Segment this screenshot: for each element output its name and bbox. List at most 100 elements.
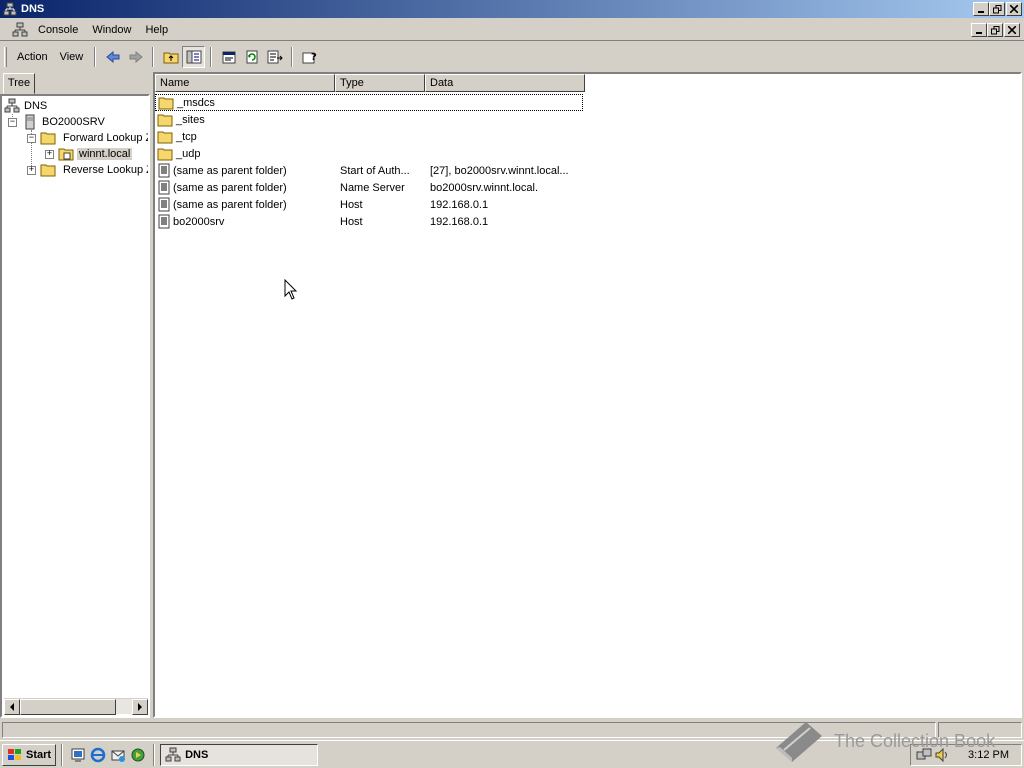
toolbar-grip[interactable] (4, 47, 7, 67)
column-header-name[interactable]: Name (155, 74, 335, 92)
help-button[interactable]: ? (298, 46, 321, 68)
start-button[interactable]: Start (2, 743, 57, 766)
menu-window[interactable]: Window (85, 20, 138, 40)
tree-item-dns[interactable]: DNS (4, 98, 47, 114)
dns-icon (4, 98, 20, 113)
scroll-thumb[interactable] (20, 699, 116, 715)
collapse-toggle[interactable]: − (27, 133, 36, 143)
list-item[interactable]: (same as parent folder) Host 192.168.0.1 (155, 196, 585, 213)
dns-app-icon (3, 2, 17, 16)
close-button[interactable] (1006, 2, 1022, 16)
tree-item-reverse-lookup[interactable]: + Reverse Lookup Z (27, 162, 148, 178)
refresh-button[interactable] (240, 46, 263, 68)
list-item[interactable]: _tcp (155, 128, 585, 145)
collapse-toggle[interactable]: − (8, 117, 17, 127)
item-name: bo2000srv (173, 215, 225, 228)
network-icon[interactable] (916, 747, 932, 763)
status-bar (0, 720, 1024, 740)
type-cell: Host (340, 198, 363, 211)
list-item[interactable]: _msdcs (155, 94, 583, 111)
forward-button[interactable] (124, 46, 147, 68)
title-bar: DNS (0, 0, 1024, 18)
taskbar-button-dns[interactable]: DNS (160, 743, 319, 766)
quicklaunch-desktop[interactable] (68, 744, 88, 766)
mdi-close-button[interactable] (1004, 23, 1020, 37)
list-item[interactable]: (same as parent folder) Start of Auth... [… (155, 162, 585, 179)
list-item[interactable]: bo2000srv Host 192.168.0.1 (155, 213, 585, 230)
item-name: _sites (176, 113, 205, 126)
zone-icon (58, 148, 74, 161)
console-tree[interactable]: DNS − BO2000SRV − Forward Lookup Z + win… (0, 94, 150, 718)
list-item[interactable]: _sites (155, 111, 585, 128)
folder-icon (157, 148, 173, 160)
data-cell: bo2000srv.winnt.local. (430, 181, 539, 194)
folder-icon (157, 114, 173, 126)
details-list[interactable]: Name Type Data _msdcs _sites _tcp _udp (same… (153, 72, 1022, 718)
desktop-icon (71, 748, 85, 762)
column-header-type[interactable]: Type (335, 74, 425, 92)
name-cell: _msdcs (156, 96, 334, 110)
quicklaunch-outlook[interactable] (108, 744, 128, 766)
tree-item-forward-lookup[interactable]: − Forward Lookup Z (27, 130, 148, 146)
mdi-restore-button[interactable] (987, 23, 1003, 37)
menu-help[interactable]: Help (138, 20, 175, 40)
dns-icon (165, 747, 181, 761)
close-icon (1010, 5, 1018, 13)
toolbar-separator (152, 47, 155, 67)
folder-icon (40, 164, 56, 177)
data-cell: 192.168.0.1 (430, 215, 489, 228)
name-cell: _udp (155, 147, 335, 161)
mdi-minimize-button[interactable] (971, 23, 987, 37)
toolbar: Action View ? (0, 44, 1024, 70)
forward-arrow-icon (129, 51, 143, 63)
view-menu[interactable]: View (54, 46, 90, 68)
quicklaunch-media[interactable] (128, 744, 148, 766)
tree-horizontal-scrollbar[interactable] (4, 698, 148, 715)
action-menu[interactable]: Action (11, 46, 54, 68)
taskbar: Start DNS 3:12 PM (0, 740, 1024, 768)
export-list-button[interactable] (263, 46, 286, 68)
show-hide-tree-button[interactable] (182, 46, 206, 68)
folder-icon (40, 132, 56, 145)
windows-logo-icon (8, 748, 21, 760)
item-name: (same as parent folder) (173, 198, 287, 211)
restore-icon (992, 4, 1001, 13)
data-cell: [27], bo2000srv.winnt.local... (430, 164, 569, 177)
scroll-right-button[interactable] (132, 699, 148, 715)
properties-button[interactable] (217, 46, 240, 68)
item-name: (same as parent folder) (173, 181, 287, 194)
volume-icon[interactable] (935, 747, 949, 763)
type-cell: Start of Auth... (340, 164, 410, 177)
menu-console[interactable]: Console (31, 20, 85, 40)
list-item[interactable]: _udp (155, 145, 585, 162)
scroll-left-button[interactable] (4, 699, 20, 715)
name-cell: _tcp (155, 130, 335, 144)
expand-toggle[interactable]: + (45, 149, 54, 159)
taskbar-button-label: DNS (185, 748, 209, 761)
data-cell: 192.168.0.1 (430, 198, 489, 211)
restore-button[interactable] (989, 2, 1005, 16)
name-cell: (same as parent folder) (155, 163, 335, 178)
quicklaunch-ie[interactable] (88, 744, 108, 766)
name-cell: (same as parent folder) (155, 180, 335, 195)
tree-item-server[interactable]: − BO2000SRV (8, 114, 105, 130)
back-button[interactable] (101, 46, 124, 68)
outlook-express-icon (111, 750, 126, 762)
column-header-data[interactable]: Data (425, 74, 585, 92)
tab-tree[interactable]: Tree (3, 73, 35, 94)
tree-tab-row: Tree (0, 72, 150, 94)
minimize-icon (978, 11, 984, 13)
console-icon[interactable] (12, 22, 28, 38)
properties-icon (222, 51, 236, 64)
minimize-icon (976, 32, 982, 34)
up-one-level-button[interactable] (159, 46, 182, 68)
clock[interactable]: 3:12 PM (968, 749, 1009, 761)
name-cell: bo2000srv (155, 214, 335, 229)
minimize-button[interactable] (973, 2, 989, 16)
status-pane-secondary (938, 722, 1022, 738)
folder-up-icon (163, 52, 179, 64)
tree-item-zone[interactable]: + winnt.local (45, 146, 133, 162)
list-item[interactable]: (same as parent folder) Name Server bo2000… (155, 179, 585, 196)
expand-toggle[interactable]: + (27, 165, 36, 175)
start-label: Start (26, 748, 52, 761)
